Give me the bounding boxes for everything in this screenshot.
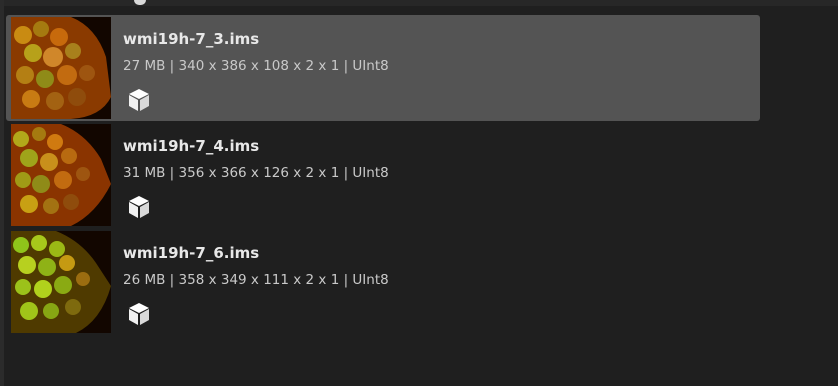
- file-item-wmi19h-7-3[interactable]: wmi19h-7_3.ims 27 MB | 340 x 386 x 108 x…: [6, 15, 760, 121]
- file-details: 27 MB | 340 x 386 x 108 x 2 x 1 | UInt8: [123, 58, 389, 74]
- cube-icon: [129, 196, 149, 218]
- file-name: wmi19h-7_4.ims: [123, 137, 260, 155]
- scroll-edge: [0, 0, 838, 6]
- cube-icon: [129, 89, 149, 111]
- thumbnail-image: [11, 124, 111, 226]
- cube-icon: [129, 303, 149, 325]
- thumbnail: [11, 124, 111, 226]
- thumbnail-image: [11, 231, 111, 333]
- thumbnail-image: [11, 17, 111, 119]
- file-item-wmi19h-7-4[interactable]: wmi19h-7_4.ims 31 MB | 356 x 366 x 126 x…: [6, 122, 760, 228]
- thumbnail: [11, 17, 111, 119]
- file-name: wmi19h-7_3.ims: [123, 30, 260, 48]
- thumbnail: [11, 231, 111, 333]
- file-list-panel: wmi19h-7_3.ims 27 MB | 340 x 386 x 108 x…: [0, 0, 838, 386]
- file-name: wmi19h-7_6.ims: [123, 244, 260, 262]
- file-item-wmi19h-7-6[interactable]: wmi19h-7_6.ims 26 MB | 358 x 349 x 111 x…: [6, 229, 760, 335]
- file-details: 31 MB | 356 x 366 x 126 x 2 x 1 | UInt8: [123, 165, 389, 181]
- file-details: 26 MB | 358 x 349 x 111 x 2 x 1 | UInt8: [123, 272, 389, 288]
- panel-border: [0, 0, 4, 386]
